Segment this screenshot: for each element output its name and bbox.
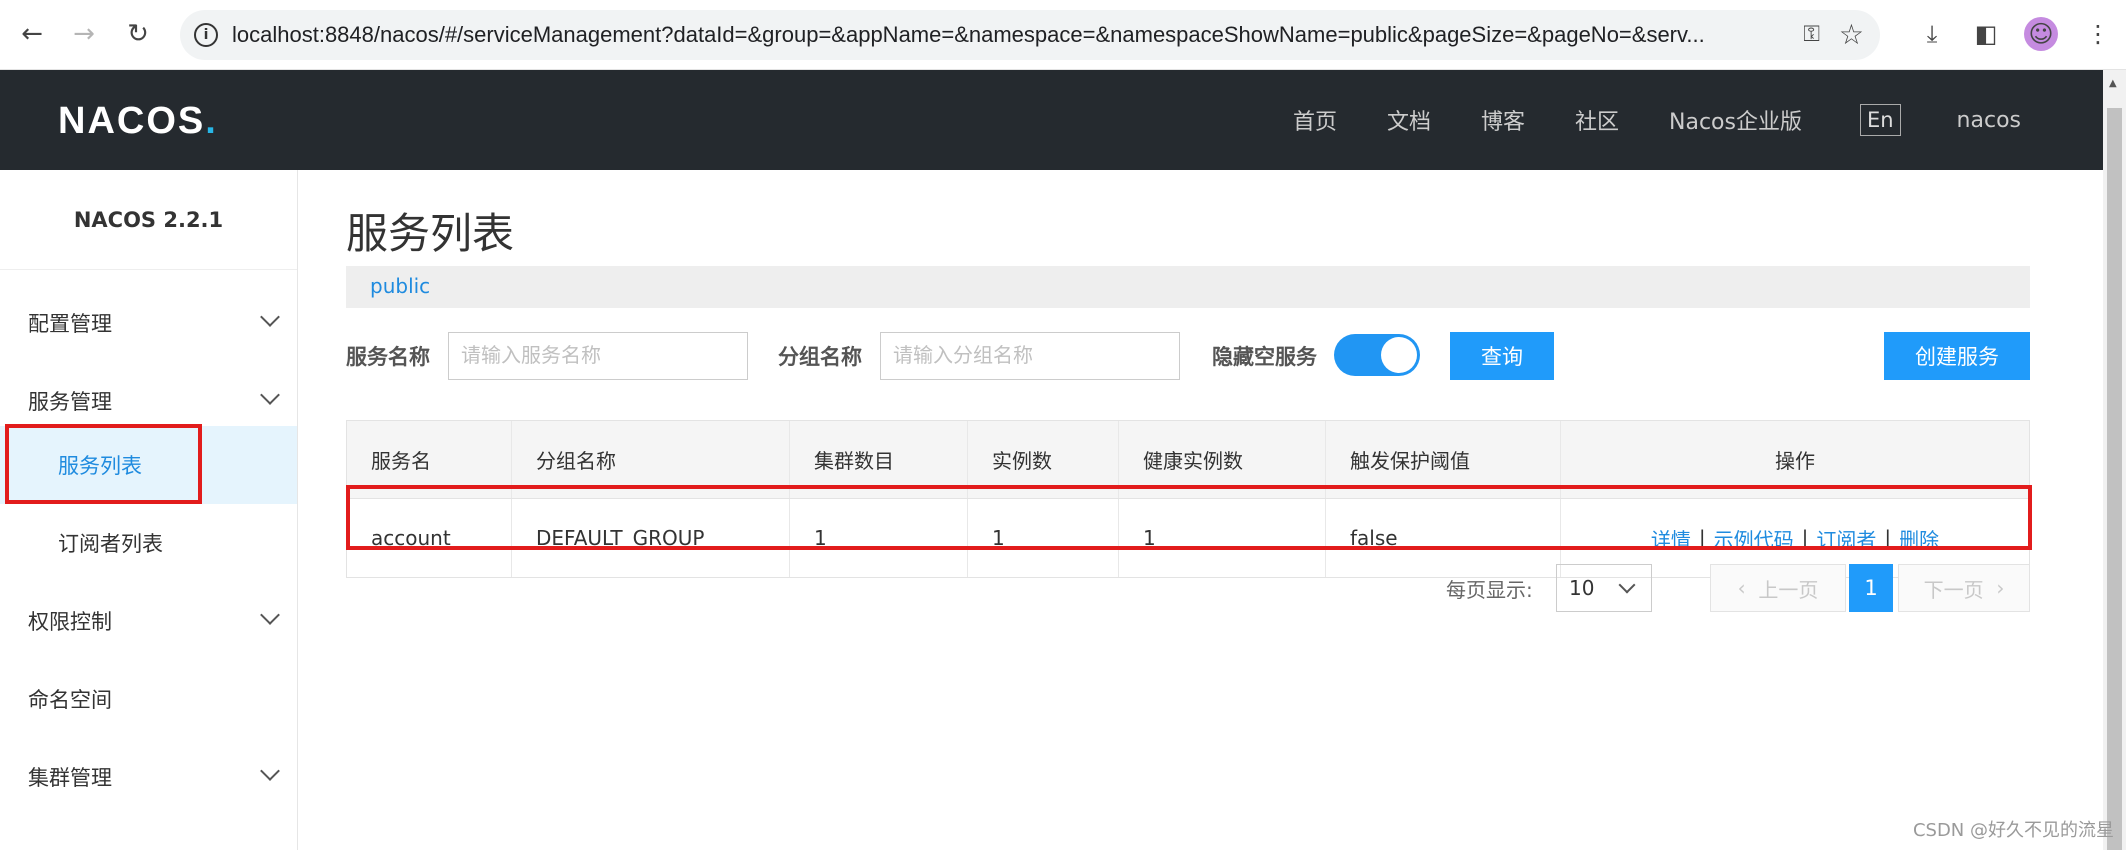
sidebar: NACOS 2.2.1 配置管理 服务管理 服务列表 订阅者列表 权限控制 命名… — [0, 170, 298, 850]
browser-toolbar: ← → ↻ i localhost:8848/nacos/#/serviceMa… — [0, 0, 2126, 70]
chevron-left-icon: ‹ — [1737, 576, 1759, 600]
per-page-label: 每页显示: — [1446, 564, 1533, 612]
sidebar-item-label: 配置管理 — [28, 312, 112, 336]
nav-community[interactable]: 社区 — [1575, 104, 1619, 136]
side-panel-icon[interactable]: ◧ — [1966, 14, 2006, 54]
sidebar-item-subscribers[interactable]: 订阅者列表 — [0, 504, 297, 582]
chevron-down-icon — [260, 307, 280, 327]
namespace-public[interactable]: public — [370, 274, 430, 298]
sidebar-item-label: 命名空间 — [28, 688, 112, 712]
sidebar-item-config[interactable]: 配置管理 — [0, 284, 297, 362]
version-label: NACOS 2.2.1 — [0, 170, 297, 270]
group-name-filter: 分组名称 — [778, 332, 1180, 380]
page-size-select[interactable]: 10 — [1556, 564, 1652, 612]
hide-empty-toggle[interactable] — [1334, 334, 1420, 376]
sidebar-item-namespace[interactable]: 命名空间 — [0, 660, 297, 738]
language-switch[interactable]: En — [1859, 104, 1901, 136]
service-name-label: 服务名称 — [346, 345, 430, 369]
current-page-button[interactable]: 1 — [1849, 564, 1893, 612]
key-icon[interactable]: ⚿ — [1803, 22, 1820, 47]
forward-icon[interactable]: → — [66, 16, 102, 52]
page-size-value: 10 — [1569, 576, 1595, 600]
next-page-label: 下一页 — [1923, 577, 1984, 602]
url-text[interactable]: localhost:8848/nacos/#/serviceManagement… — [232, 22, 1792, 48]
nacos-logo[interactable]: NACOS. — [58, 100, 218, 143]
page-scrollbar[interactable]: ▲ — [2103, 70, 2126, 850]
hide-empty-label: 隐藏空服务 — [1212, 345, 1317, 369]
prev-page-label: 上一页 — [1758, 577, 1819, 602]
sidebar-item-label: 订阅者列表 — [58, 532, 163, 556]
nav-docs[interactable]: 文档 — [1387, 104, 1431, 136]
browser-menu-icon[interactable]: ⋮ — [2078, 14, 2118, 54]
page-title: 服务列表 — [346, 209, 515, 258]
sidebar-item-label: 服务管理 — [28, 390, 112, 414]
group-name-input[interactable] — [880, 332, 1180, 380]
bookmark-star-icon[interactable]: ☆ — [1839, 18, 1864, 51]
service-name-filter: 服务名称 — [346, 332, 748, 380]
query-button[interactable]: 查询 — [1450, 332, 1554, 380]
scroll-up-arrow-icon[interactable]: ▲ — [2109, 78, 2117, 89]
scrollbar-thumb[interactable] — [2107, 108, 2122, 850]
chevron-down-icon — [260, 605, 280, 625]
service-name-input[interactable] — [448, 332, 748, 380]
watermark: CSDN @好久不见的流星 — [1912, 820, 2114, 841]
chevron-down-icon — [260, 385, 280, 405]
nav-enterprise[interactable]: Nacos企业版 — [1669, 104, 1802, 136]
prev-page-button[interactable]: ‹ 上一页 — [1710, 564, 1846, 612]
sidebar-item-cluster[interactable]: 集群管理 — [0, 738, 297, 816]
sidebar-item-auth[interactable]: 权限控制 — [0, 582, 297, 660]
profile-avatar[interactable]: ☺ — [2024, 17, 2058, 51]
back-icon[interactable]: ← — [14, 16, 50, 52]
app-header: NACOS. 首页 文档 博客 社区 Nacos企业版 En nacos — [0, 70, 2103, 170]
logo-text: NACOS — [58, 100, 206, 142]
namespace-bar: public — [346, 266, 2030, 308]
top-nav: 首页 文档 博客 社区 Nacos企业版 En nacos — [1243, 70, 2021, 170]
group-name-label: 分组名称 — [778, 345, 862, 369]
download-icon[interactable]: ⤓ — [1912, 14, 1952, 54]
toggle-knob — [1381, 337, 1417, 373]
user-menu[interactable]: nacos — [1957, 108, 2021, 133]
hide-empty-filter: 隐藏空服务 — [1212, 332, 1317, 380]
sidebar-item-label: 集群管理 — [28, 766, 112, 790]
next-page-button[interactable]: 下一页 › — [1898, 564, 2030, 612]
nav-blog[interactable]: 博客 — [1481, 104, 1525, 136]
per-page-text: 每页显示: — [1446, 577, 1533, 602]
address-bar[interactable]: i localhost:8848/nacos/#/serviceManageme… — [180, 10, 1880, 60]
chevron-down-icon — [260, 761, 280, 781]
sidebar-item-label: 权限控制 — [28, 610, 112, 634]
site-info-icon[interactable]: i — [194, 23, 218, 47]
chevron-down-icon — [1618, 576, 1636, 594]
reload-icon[interactable]: ↻ — [120, 16, 156, 52]
highlight-box-nav — [5, 424, 202, 504]
logo-dot: . — [205, 100, 218, 142]
nav-home[interactable]: 首页 — [1293, 104, 1337, 136]
create-service-button[interactable]: 创建服务 — [1884, 332, 2030, 380]
chevron-right-icon: › — [1983, 576, 2005, 600]
highlight-box-row — [346, 485, 2032, 550]
